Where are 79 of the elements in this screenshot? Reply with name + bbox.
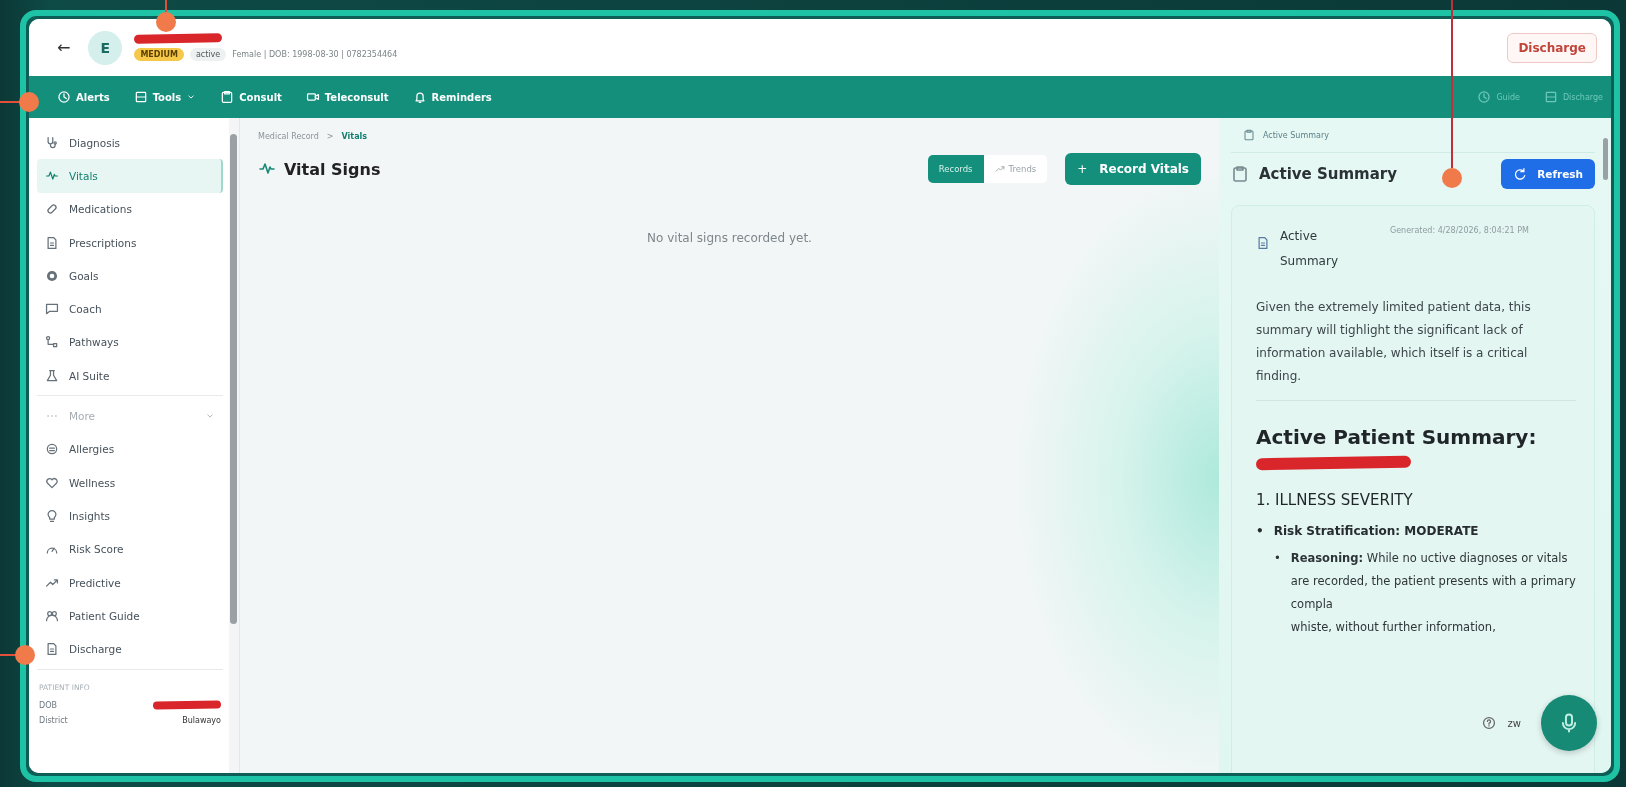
panel-breadcrumb: Active Summary (1263, 130, 1329, 140)
sidebar-item[interactable]: Discharge (37, 632, 223, 666)
sidebar-item[interactable]: Insights (37, 499, 223, 533)
bullet-marker: • (1274, 550, 1281, 567)
sidebar-item[interactable]: Patient Guide (37, 599, 223, 633)
document-icon (45, 642, 59, 657)
toolbar-button[interactable]: Teleconsult (297, 86, 397, 108)
bullet-marker: • (1256, 523, 1264, 540)
status-badge: active (189, 48, 227, 61)
info-label: DOB (39, 700, 57, 710)
panel-icon (133, 90, 148, 104)
sidebar-item[interactable]: Medications (37, 192, 223, 226)
document-icon (1256, 236, 1270, 250)
sidebar-item[interactable]: Allergies (37, 432, 223, 466)
flask-icon (45, 368, 59, 383)
sidebar-item[interactable]: Prescriptions (37, 225, 223, 260)
pulse-icon (45, 168, 59, 183)
clock-icon (57, 90, 71, 104)
back-button[interactable]: ← (51, 38, 77, 57)
sidebar-item[interactable]: Goals (37, 259, 223, 293)
sidebar-item[interactable]: AI Suite (37, 359, 223, 393)
sidebar-item[interactable]: Diagnosis (37, 126, 223, 160)
generated-time: Generated: 4/28/2026, 8:04:21 PM (1390, 225, 1530, 237)
toolbar-button[interactable]: Alerts (49, 86, 118, 108)
summary-paragraph: Given the extremely limited patient data, this summary will tighlight the significant lack of information available, which itself is a critical finding. (1256, 299, 1532, 385)
panel-icon (1543, 90, 1558, 104)
risk-badge: MEDIUM (134, 48, 184, 61)
record-vitals-button[interactable]: + Record Vitals (1065, 153, 1201, 185)
patient-details: Female | DOB: 1998-08-30 | 0782354464 (232, 50, 398, 59)
page-title: Vital Signs (284, 159, 381, 179)
info-value: Bulawayo (182, 715, 221, 725)
people-icon (45, 608, 59, 623)
stethoscope-icon (45, 135, 59, 150)
sidebar-item[interactable]: Predictive (37, 565, 223, 600)
circle-icon (45, 442, 59, 457)
heart-icon (45, 475, 59, 490)
toolbar-button[interactable]: Reminders (404, 86, 500, 108)
lightbulb-icon (45, 508, 59, 523)
clipboard-icon (1231, 165, 1249, 183)
patient-avatar: E (88, 30, 123, 65)
empty-message: No vital signs recorded yet. (647, 231, 812, 245)
toolbar-button[interactable]: Consult (212, 86, 290, 108)
target-icon (45, 268, 59, 283)
panel-title: Active Summary (1259, 165, 1398, 183)
bullet-text: whiste, without further information, (1290, 619, 1497, 636)
route-icon (45, 335, 59, 350)
annotation-marker (0, 92, 39, 112)
document-icon (45, 235, 59, 250)
summary-heading: Active Patient Summary: (1256, 425, 1538, 449)
sidebar-item[interactable]: Pathways (37, 325, 223, 360)
sidebar-item[interactable]: Wellness (37, 465, 223, 500)
discharge-button[interactable]: Discharge (1507, 32, 1597, 63)
refresh-button[interactable]: Refresh (1501, 159, 1595, 189)
pill-icon (45, 202, 59, 217)
card-title: Active Summary (1280, 228, 1339, 270)
annotation-marker (0, 645, 35, 665)
section-heading: 1. ILLNESS SEVERITY (1256, 491, 1414, 509)
bullet-text: Risk Stratification: MODERATE (1273, 523, 1479, 540)
breadcrumb-current: Vitals (341, 132, 368, 141)
help-icon (1481, 716, 1496, 730)
sidebar-item[interactable]: Coach (37, 292, 223, 326)
trend-icon (994, 164, 1005, 174)
view-tab[interactable]: Records (927, 155, 984, 183)
info-label: District (39, 715, 68, 725)
caret-icon (205, 411, 215, 421)
toolbar-button[interactable]: Tools (125, 86, 205, 108)
annotation-marker (156, 0, 176, 32)
scrollbar[interactable] (230, 134, 237, 624)
sidebar-item[interactable]: Risk Score (37, 532, 223, 566)
widget-label: zw (1507, 717, 1521, 729)
breadcrumb-separator: > (326, 132, 334, 141)
clock-icon (1477, 90, 1492, 104)
chat-icon (45, 302, 59, 317)
sidebar-item[interactable]: Vitals (37, 159, 223, 193)
clipboard-icon (1243, 129, 1255, 141)
clipboard-icon (220, 90, 235, 104)
refresh-icon (1513, 167, 1528, 181)
video-icon (305, 90, 320, 104)
scrollbar[interactable] (1603, 138, 1608, 180)
